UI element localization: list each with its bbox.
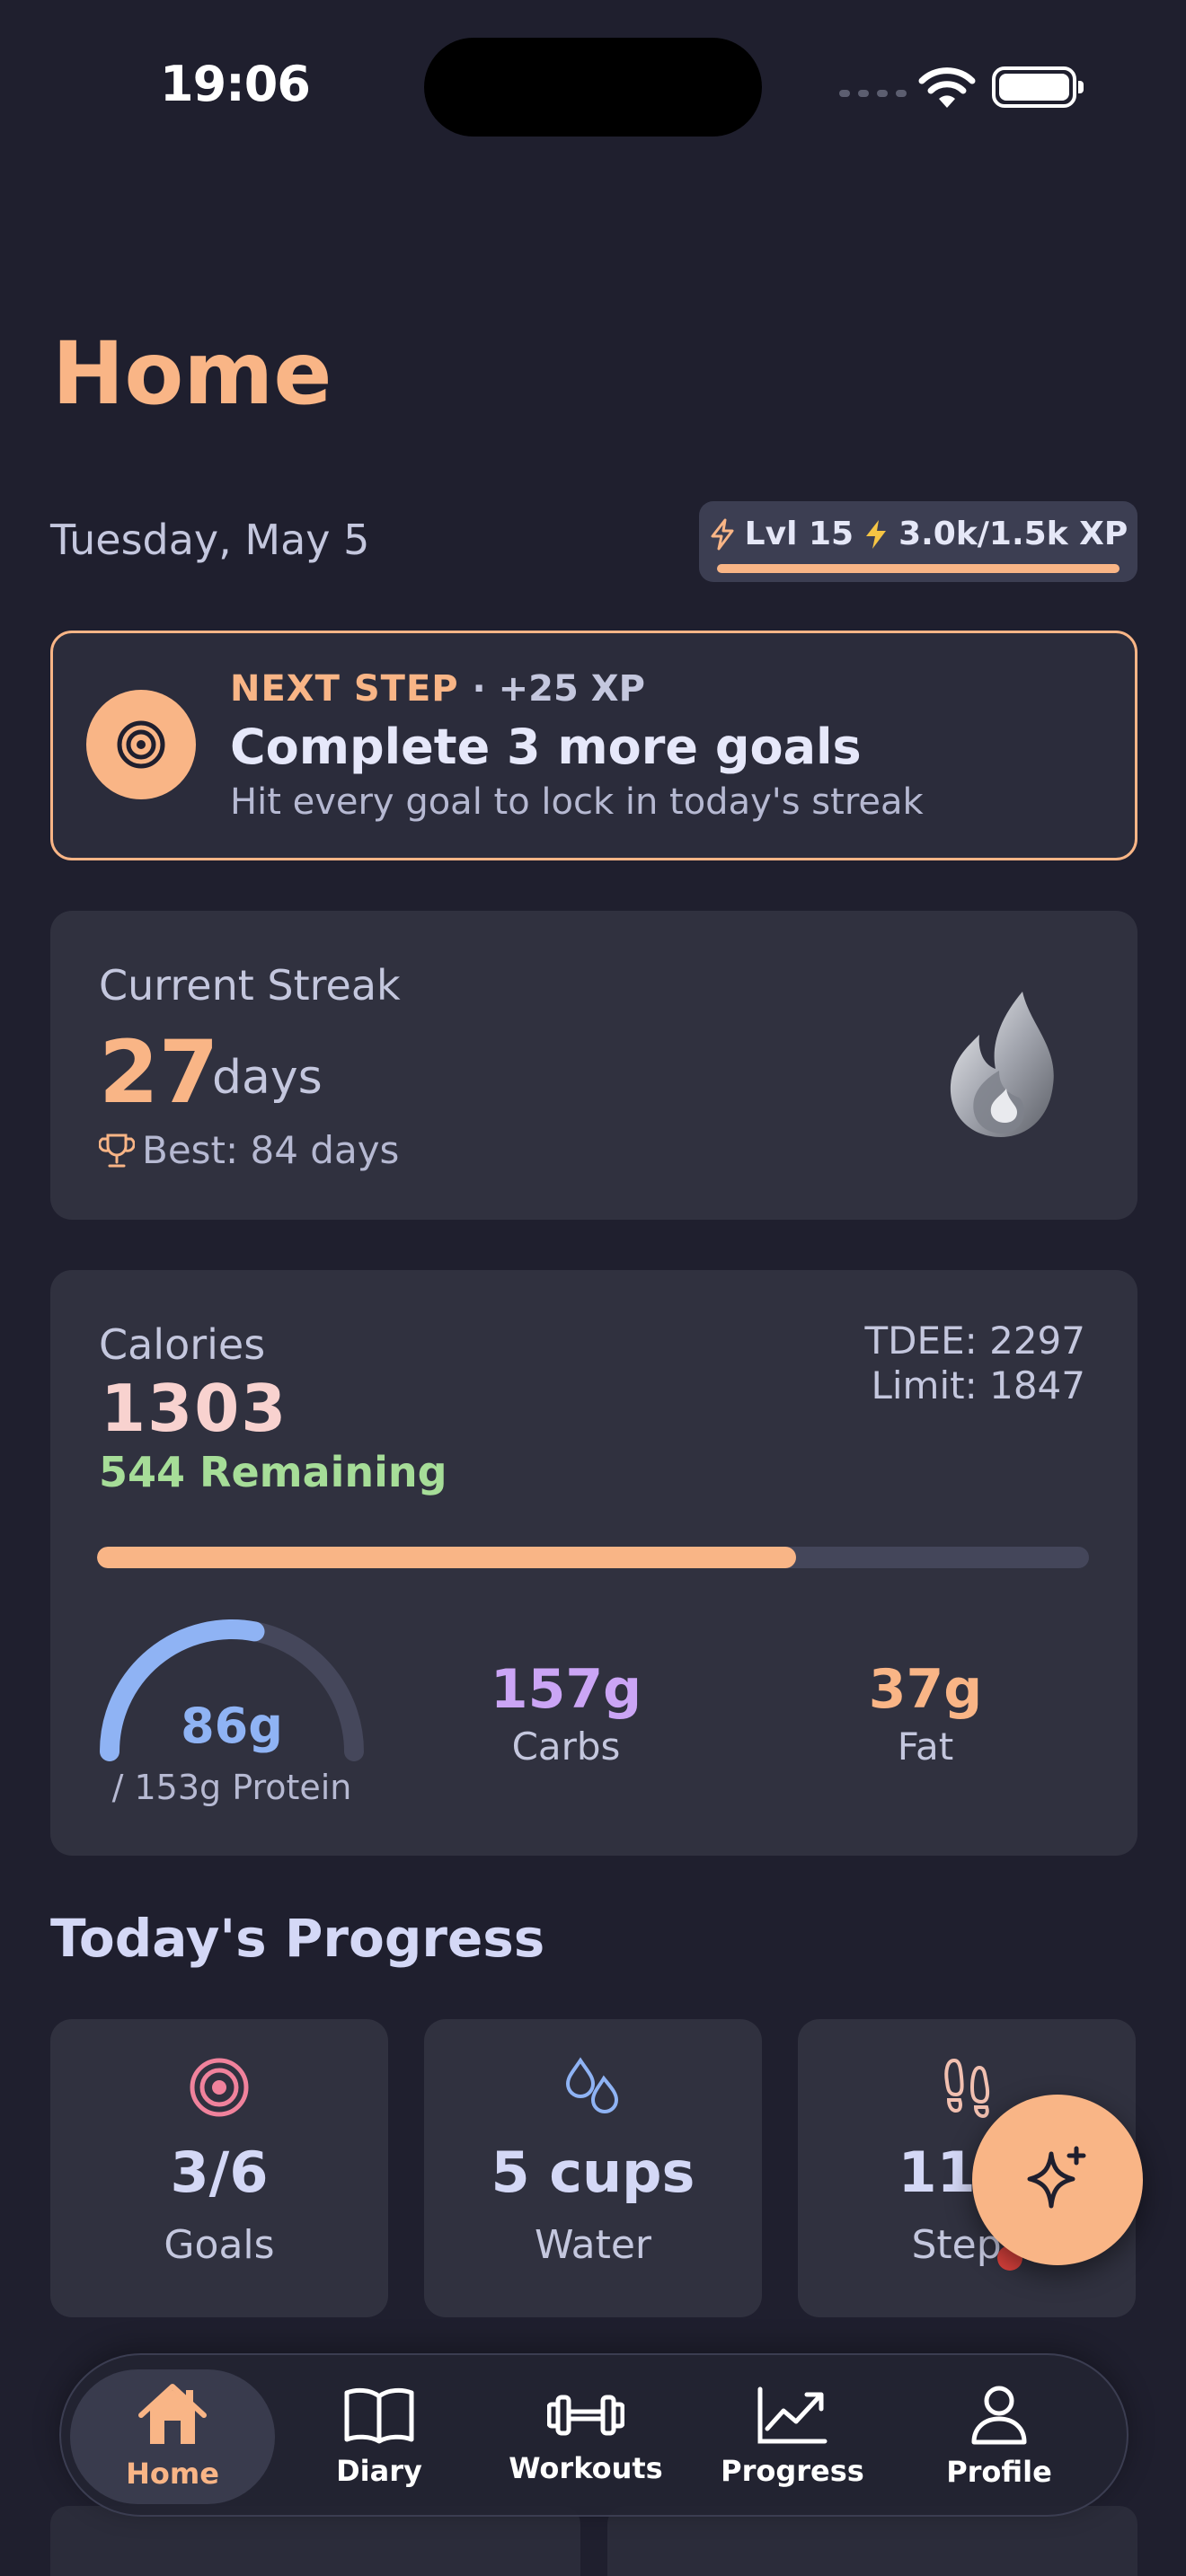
target-icon xyxy=(190,2058,249,2117)
calories-progress-bar xyxy=(97,1547,1089,1568)
person-icon xyxy=(971,2386,1027,2445)
current-date: Tuesday, May 5 xyxy=(50,516,370,564)
level-text: Lvl 15 xyxy=(744,516,854,552)
tab-home[interactable]: Home xyxy=(70,2369,275,2504)
tab-diary[interactable]: Diary xyxy=(277,2369,482,2504)
home-icon xyxy=(138,2384,207,2444)
target-icon xyxy=(86,690,196,799)
xp-text: 3.0k/1.5k XP xyxy=(898,516,1128,552)
streak-value: 27 xyxy=(99,1022,219,1123)
goals-label: Goals xyxy=(164,2222,275,2268)
dumbbell-icon xyxy=(547,2395,624,2436)
calories-label: Calories xyxy=(99,1320,266,1369)
tab-label: Home xyxy=(126,2457,219,2491)
carbs-value: 157g xyxy=(490,1658,642,1721)
streak-unit: days xyxy=(212,1051,323,1105)
goals-tile[interactable]: 3/6 Goals xyxy=(50,2019,388,2317)
next-step-title: Complete 3 more goals xyxy=(230,719,862,775)
bolt-icon xyxy=(866,519,887,549)
calories-progress-fill xyxy=(97,1547,797,1568)
next-step-reward: · +25 XP xyxy=(472,668,645,710)
tab-label: Progress xyxy=(721,2454,864,2488)
goals-value: 3/6 xyxy=(170,2139,269,2205)
trophy-icon xyxy=(99,1134,135,1167)
xp-level-badge[interactable]: Lvl 15 3.0k/1.5k XP xyxy=(699,501,1137,582)
next-step-kicker: NEXT STEP xyxy=(230,668,459,710)
section-title-today: Today's Progress xyxy=(50,1908,545,1969)
protein-target: / 153g Protein xyxy=(111,1768,352,1807)
calorie-limit: Limit: 1847 xyxy=(871,1363,1085,1407)
battery-icon xyxy=(992,66,1084,108)
status-time: 19:06 xyxy=(160,56,311,112)
chart-icon xyxy=(757,2386,828,2444)
water-drops-icon xyxy=(565,2057,619,2113)
streak-best: Best: 84 days xyxy=(142,1128,400,1172)
bolt-outline-icon xyxy=(711,518,734,550)
tab-label: Diary xyxy=(336,2454,422,2488)
water-tile[interactable]: 5 cups Water xyxy=(424,2019,762,2317)
tab-profile[interactable]: Profile xyxy=(897,2369,1102,2504)
water-value: 5 cups xyxy=(491,2139,695,2205)
sparkle-icon xyxy=(1027,2146,1086,2209)
flame-icon xyxy=(950,992,1054,1137)
dynamic-island xyxy=(424,38,762,137)
tab-label: Workouts xyxy=(509,2451,663,2485)
calories-remaining: 544 Remaining xyxy=(99,1448,447,1496)
fat-label: Fat xyxy=(897,1725,954,1769)
page-title: Home xyxy=(52,323,332,424)
tab-bar: Home Diary Workouts Progress Profile xyxy=(59,2353,1128,2517)
tab-workouts[interactable]: Workouts xyxy=(483,2369,688,2504)
tab-progress[interactable]: Progress xyxy=(690,2369,895,2504)
wifi-icon xyxy=(918,67,976,108)
book-icon xyxy=(344,2387,414,2444)
next-step-subtitle: Hit every goal to lock in today's streak xyxy=(230,781,924,823)
protein-value: 86g xyxy=(181,1698,283,1754)
footprints-icon xyxy=(944,2058,990,2119)
xp-progress-bar xyxy=(717,564,1120,573)
ai-assistant-button[interactable] xyxy=(972,2095,1143,2265)
streak-label: Current Streak xyxy=(99,961,401,1010)
tab-label: Profile xyxy=(946,2455,1052,2489)
calories-value: 1303 xyxy=(101,1371,288,1446)
carbs-label: Carbs xyxy=(511,1725,621,1769)
fat-value: 37g xyxy=(868,1658,983,1721)
tdee-value: TDEE: 2297 xyxy=(864,1319,1085,1363)
cellular-signal-icon xyxy=(839,90,907,97)
water-label: Water xyxy=(534,2222,652,2268)
